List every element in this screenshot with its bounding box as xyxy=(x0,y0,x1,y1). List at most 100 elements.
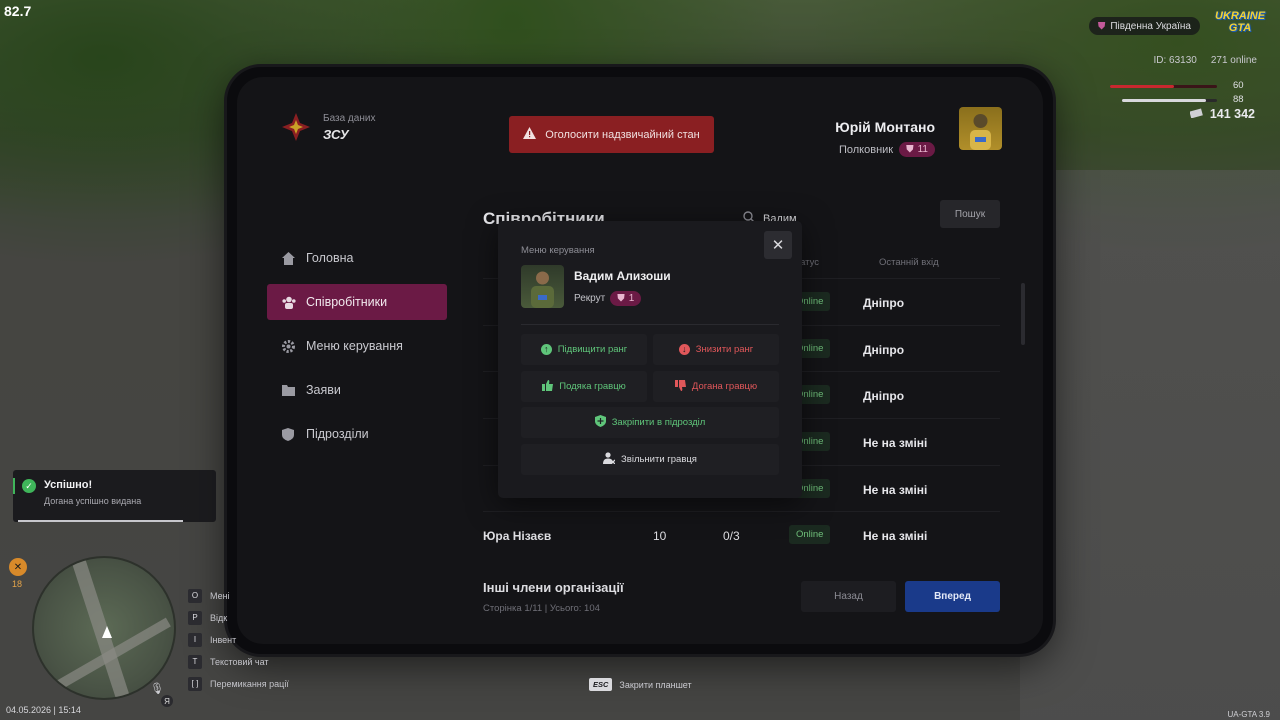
last-login: Дніпро xyxy=(863,296,905,310)
server-name: Південна Україна xyxy=(1110,20,1191,32)
employee-level: 10 xyxy=(653,529,667,544)
shield-plus-icon xyxy=(594,415,606,430)
assign-unit-label: Закріпити в підрозділ xyxy=(611,417,706,428)
back-button[interactable]: Назад xyxy=(801,581,896,612)
game-logo: UKRAINE GTA xyxy=(1214,10,1266,34)
employee-rank-label: Рекрут xyxy=(574,293,606,304)
modal-subtitle: Меню керування xyxy=(521,245,595,256)
employee-name: Юра Нізаєв xyxy=(483,529,552,544)
key: O xyxy=(188,588,202,603)
user-name: Юрій Монтано xyxy=(835,119,935,135)
notification-text: Догана успішно видана xyxy=(44,496,142,506)
demote-button[interactable]: ↓ Знизити ранг xyxy=(653,334,779,365)
key: T xyxy=(188,654,202,669)
last-login: Дніпро xyxy=(863,342,905,357)
armor-value: 88 xyxy=(1233,94,1244,105)
thanks-label: Подяка гравцю xyxy=(559,381,626,392)
tablet: База даних ЗСУ Оголосити надзвичайний ст… xyxy=(227,67,1053,654)
user-remove-icon xyxy=(603,452,616,467)
sidebar-item-units[interactable]: Підрозділи xyxy=(267,416,447,452)
minimap xyxy=(32,556,176,700)
home-icon xyxy=(282,251,295,265)
server-badge: ⛊ Південна Україна xyxy=(1088,17,1200,35)
arrow-down-icon: ↓ xyxy=(678,344,690,355)
health-bar xyxy=(1110,85,1175,88)
close-button[interactable]: ✕ xyxy=(764,231,792,259)
money: 141 342 xyxy=(1189,107,1255,121)
table-row[interactable]: Юра Нізаєв 10 0/3 Online Не на зміні xyxy=(483,511,1000,558)
search-button[interactable]: Пошук xyxy=(940,200,1000,228)
microphone-icon: 🎙 xyxy=(150,683,164,695)
reprimand-label: Догана гравцю xyxy=(691,381,758,392)
key: [ ] xyxy=(188,676,202,691)
sidebar-item-control-menu[interactable]: Меню керування xyxy=(267,328,447,364)
user-rank: Полковник ⛊ 11 xyxy=(835,142,935,157)
tools-icon: ✕ xyxy=(9,558,27,576)
control-menu-modal: Меню керування ✕ Вадим Ализоши Рекрут ⛊ 1… xyxy=(498,221,802,498)
keyhint-label: Мені xyxy=(210,590,230,601)
rank-shield-icon: ⛊ xyxy=(906,144,914,155)
fire-player-button[interactable]: Звільнити гравця xyxy=(521,444,779,475)
emergency-state-label: Оголосити надзвичайний стан xyxy=(545,128,700,141)
user-rank-badge: ⛊ 11 xyxy=(899,142,935,157)
key: P xyxy=(188,610,202,625)
datetime: 04.05.2026 | 15:14 xyxy=(6,705,81,715)
thumbs-down-icon xyxy=(674,379,686,394)
fps-counter: 82.7 xyxy=(4,3,32,19)
status-badge: Online xyxy=(789,525,831,545)
keyhint-label: Інвент xyxy=(210,634,237,645)
keyboard-hints: O Мені P Відк I Інвент T Текстовий чат [ ] Пе… xyxy=(188,588,289,698)
users-icon xyxy=(282,296,296,309)
brand-subtitle: База даних xyxy=(323,112,376,124)
esc-key: ESC xyxy=(589,678,613,691)
keyhint: T Текстовий чат xyxy=(188,654,289,669)
brand-title: ЗСУ xyxy=(323,126,349,142)
close-tablet-hint: ESC Закрити планшет xyxy=(589,678,692,691)
promote-button[interactable]: ↑ Підвищити ранг xyxy=(521,334,647,365)
last-login: Не на зміні xyxy=(863,482,928,497)
notification-accent xyxy=(13,478,15,494)
game-version: UA-GTA 3.9 xyxy=(1227,710,1270,719)
last-login: Не на зміні xyxy=(863,436,928,451)
server-icon: ⛊ xyxy=(1097,20,1106,32)
arrow-up-icon: ↑ xyxy=(540,344,552,355)
reprimand-button[interactable]: Догана гравцю xyxy=(653,371,779,402)
keyhint: [ ] Перемикання рації xyxy=(188,676,289,691)
road-background xyxy=(1020,170,1280,720)
user-avatar xyxy=(959,107,1002,150)
zsu-emblem-icon xyxy=(281,112,311,142)
keyhint: P Відк xyxy=(188,610,289,625)
player-arrow-icon xyxy=(102,626,112,638)
other-members: Інші члени організації Сторінка 1/11 | У… xyxy=(483,580,624,614)
shield-icon xyxy=(282,427,295,441)
armor-bar xyxy=(1122,99,1206,102)
sidebar-item-label: Заяви xyxy=(306,383,341,397)
demote-label: Знизити ранг xyxy=(695,344,754,355)
employee-avatar xyxy=(521,265,564,308)
keyhint-label: Текстовий чат xyxy=(210,656,269,667)
pagination-info: Сторінка 1/11 | Усього: 104 xyxy=(483,603,600,614)
fire-player-label: Звільнити гравця xyxy=(621,454,697,465)
map-road xyxy=(72,559,130,698)
money-value: 141 342 xyxy=(1209,107,1255,121)
brand: База даних ЗСУ xyxy=(281,112,375,142)
thanks-button[interactable]: Подяка гравцю xyxy=(521,371,647,402)
sidebar-item-employees[interactable]: Співробітники xyxy=(267,284,447,320)
scrollbar[interactable] xyxy=(1021,283,1025,345)
column-header-last-login: Останній вхід xyxy=(879,257,939,268)
sidebar-item-home[interactable]: Головна xyxy=(267,240,447,276)
notification: ✓ Успішно! Догана успішно видана xyxy=(13,470,216,522)
last-login: Не на зміні xyxy=(863,529,928,544)
ya-badge: Я xyxy=(161,695,173,707)
player-ids: ID: 63130 271 online xyxy=(1153,55,1257,66)
keyhint: I Інвент xyxy=(188,632,289,647)
sidebar-item-applications[interactable]: Заяви xyxy=(267,372,447,408)
employee-name: Вадим Ализоши xyxy=(574,269,671,283)
other-members-title: Інші члени організації xyxy=(483,580,624,595)
next-button[interactable]: Вперед xyxy=(905,581,1000,612)
assign-unit-button[interactable]: Закріпити в підрозділ xyxy=(521,407,779,438)
emergency-state-button[interactable]: Оголосити надзвичайний стан xyxy=(509,116,714,153)
notification-progress xyxy=(18,520,183,522)
thumbs-up-icon xyxy=(542,379,554,394)
employee-rank-level: 1 xyxy=(628,293,635,304)
